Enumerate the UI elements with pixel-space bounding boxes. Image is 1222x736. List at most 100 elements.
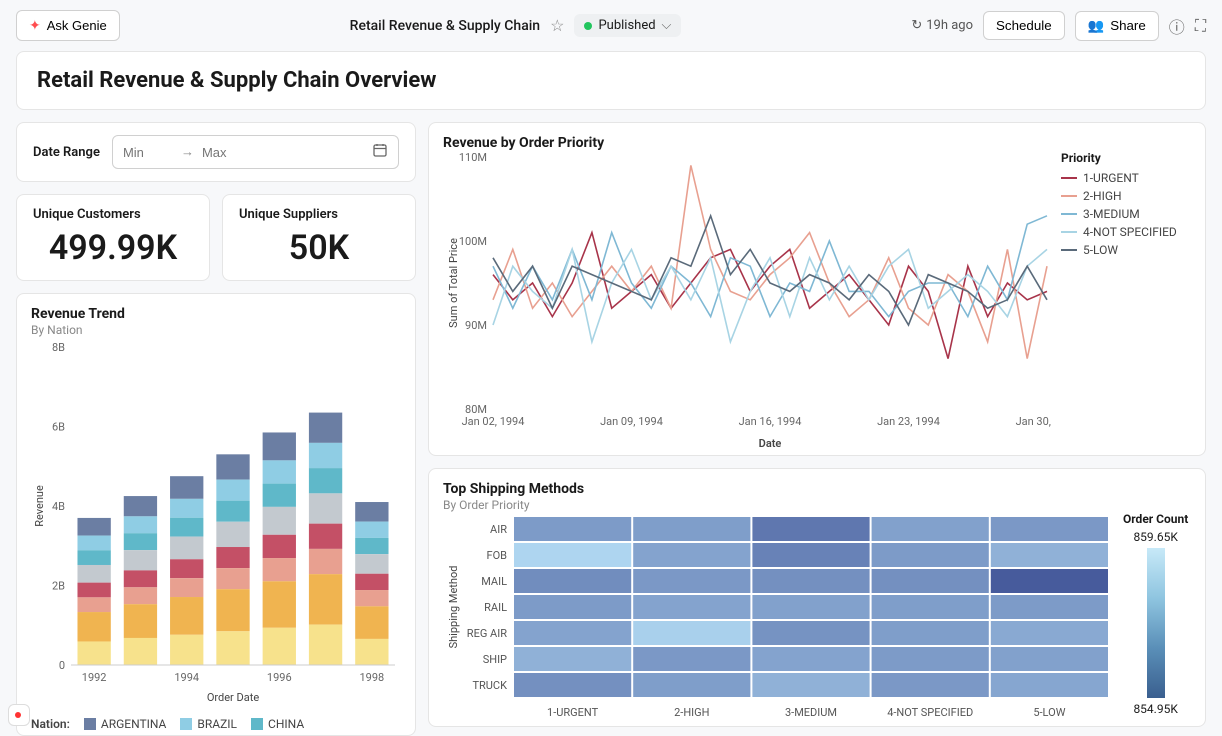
ask-genie-button[interactable]: ✦ Ask Genie <box>16 10 120 41</box>
watermark-badge <box>8 704 30 726</box>
svg-text:REG AIR: REG AIR <box>467 627 507 640</box>
svg-text:1-URGENT: 1-URGENT <box>547 706 599 719</box>
legend-swatch <box>180 718 192 730</box>
legend-item: 5-LOW <box>1061 243 1177 257</box>
dashboard-title: Retail Revenue & Supply Chain Overview <box>37 68 1185 93</box>
legend-text: 3-MEDIUM <box>1083 207 1140 221</box>
legend-line-icon <box>1061 249 1077 251</box>
svg-text:Jan 02, 1994: Jan 02, 1994 <box>462 415 525 428</box>
legend-item: ARGENTINA <box>84 717 167 731</box>
priority-legend-title: Priority <box>1061 151 1177 165</box>
dashboard-title-card: Retail Revenue & Supply Chain Overview <box>16 51 1206 110</box>
legend-line-icon <box>1061 177 1077 179</box>
legend-item: 4-NOT SPECIFIED <box>1061 225 1177 239</box>
svg-text:Revenue: Revenue <box>33 485 46 527</box>
doc-title: Retail Revenue & Supply Chain <box>350 18 540 34</box>
legend-swatch <box>84 718 96 730</box>
heatmap-legend-max: 859.65K <box>1123 530 1188 544</box>
arrow-right-icon: → <box>181 144 194 160</box>
svg-text:FOB: FOB <box>486 549 507 562</box>
heatmap-legend-min: 854.95K <box>1123 702 1188 716</box>
legend-text: ARGENTINA <box>101 717 167 731</box>
svg-text:Order Date: Order Date <box>207 691 259 704</box>
daterange-max-input[interactable] <box>202 145 252 160</box>
kpi-suppliers-value: 50K <box>239 228 399 268</box>
legend-item: 3-MEDIUM <box>1061 207 1177 221</box>
svg-text:Sum of Total Price: Sum of Total Price <box>447 238 460 328</box>
legend-line-icon <box>1061 213 1077 215</box>
star-icon[interactable]: ☆ <box>550 16 564 35</box>
kpi-customers-label: Unique Customers <box>33 207 193 222</box>
daterange-min-input[interactable] <box>123 145 173 160</box>
heatmap-color-bar <box>1147 548 1165 698</box>
fullscreen-icon[interactable]: ⛶ <box>1195 16 1206 36</box>
ask-genie-label: Ask Genie <box>47 18 107 33</box>
svg-text:TRUCK: TRUCK <box>472 679 507 692</box>
legend-item: CHINA <box>251 717 304 731</box>
daterange-input[interactable]: → <box>112 135 399 169</box>
svg-text:1994: 1994 <box>174 671 199 684</box>
legend-line-icon <box>1061 195 1077 197</box>
refresh-icon: ↻ <box>911 18 922 33</box>
shipping-title: Top Shipping Methods <box>443 481 1191 497</box>
svg-text:1998: 1998 <box>359 671 384 684</box>
daterange-label: Date Range <box>33 145 100 160</box>
heatmap-legend: Order Count 859.65K 854.95K <box>1123 512 1188 722</box>
revenue-priority-title: Revenue by Order Priority <box>443 135 1191 151</box>
svg-text:4-NOT SPECIFIED: 4-NOT SPECIFIED <box>887 706 973 719</box>
calendar-icon[interactable] <box>372 142 388 162</box>
legend-item: 1-URGENT <box>1061 171 1177 185</box>
svg-text:Jan 23, 1994: Jan 23, 1994 <box>877 415 940 428</box>
svg-text:5-LOW: 5-LOW <box>1033 706 1065 719</box>
kpi-customers-value: 499.99K <box>33 228 193 268</box>
legend-text: 4-NOT SPECIFIED <box>1083 225 1177 239</box>
legend-text: 5-LOW <box>1083 243 1118 257</box>
svg-text:8B: 8B <box>52 341 65 354</box>
svg-text:RAIL: RAIL <box>484 601 507 614</box>
legend-nation-label: Nation: <box>31 717 70 731</box>
share-label: Share <box>1110 18 1146 33</box>
published-label: Published <box>598 18 655 33</box>
refresh-age[interactable]: ↻ 19h ago <box>911 18 973 33</box>
legend-text: CHINA <box>268 717 304 731</box>
revenue-trend-card: Revenue Trend By Nation 02B4B6B8BRevenue… <box>16 293 416 736</box>
shipping-heatmap-chart: AIRFOBMAILRAILREG AIRSHIPTRUCK1-URGENT2-… <box>443 512 1113 722</box>
legend-swatch <box>251 718 263 730</box>
legend-item: BRAZIL <box>180 717 237 731</box>
svg-text:110M: 110M <box>459 151 487 164</box>
revenue-trend-subtitle: By Nation <box>31 323 401 337</box>
info-icon[interactable]: ⓘ <box>1169 14 1185 38</box>
schedule-button[interactable]: Schedule <box>983 11 1065 40</box>
kpi-suppliers-label: Unique Suppliers <box>239 207 399 222</box>
svg-text:Jan 09, 1994: Jan 09, 1994 <box>600 415 663 428</box>
legend-line-icon <box>1061 231 1077 233</box>
svg-text:Date: Date <box>759 437 782 450</box>
svg-text:AIR: AIR <box>490 523 507 536</box>
revenue-priority-card: Revenue by Order Priority 80M90M100M110M… <box>428 122 1206 456</box>
revenue-priority-chart: 80M90M100M110MSum of Total PriceJan 02, … <box>443 151 1053 451</box>
refresh-age-label: 19h ago <box>926 18 973 33</box>
heatmap-legend-title: Order Count <box>1123 512 1188 526</box>
chevron-down-icon: ⌵ <box>662 18 672 33</box>
svg-text:Jan 30, 1994: Jan 30, 1994 <box>1016 415 1053 428</box>
svg-text:3-MEDIUM: 3-MEDIUM <box>785 706 837 719</box>
svg-text:1992: 1992 <box>82 671 107 684</box>
svg-text:0: 0 <box>59 659 65 672</box>
svg-text:SHIP: SHIP <box>483 653 507 666</box>
schedule-label: Schedule <box>996 18 1052 33</box>
shipping-subtitle: By Order Priority <box>443 498 1191 512</box>
revenue-trend-chart: 02B4B6B8BRevenue1992199419961998Order Da… <box>31 337 401 707</box>
legend-text: 1-URGENT <box>1083 171 1139 185</box>
kpi-unique-suppliers: Unique Suppliers 50K <box>222 194 416 281</box>
shipping-heatmap-card: Top Shipping Methods By Order Priority A… <box>428 468 1206 727</box>
people-icon: 👥 <box>1088 18 1105 34</box>
share-button[interactable]: 👥 Share <box>1075 11 1159 41</box>
legend-item: 2-HIGH <box>1061 189 1177 203</box>
published-dropdown[interactable]: Published ⌵ <box>574 14 681 37</box>
revenue-priority-legend: Priority 1-URGENT 2-HIGH 3-MEDIUM 4-NOT SPE… <box>1061 151 1177 451</box>
status-dot-icon <box>584 22 592 30</box>
svg-text:2-HIGH: 2-HIGH <box>674 706 709 719</box>
legend-text: 2-HIGH <box>1083 189 1122 203</box>
svg-text:Shipping Method: Shipping Method <box>447 566 460 649</box>
svg-text:4B: 4B <box>52 500 65 513</box>
